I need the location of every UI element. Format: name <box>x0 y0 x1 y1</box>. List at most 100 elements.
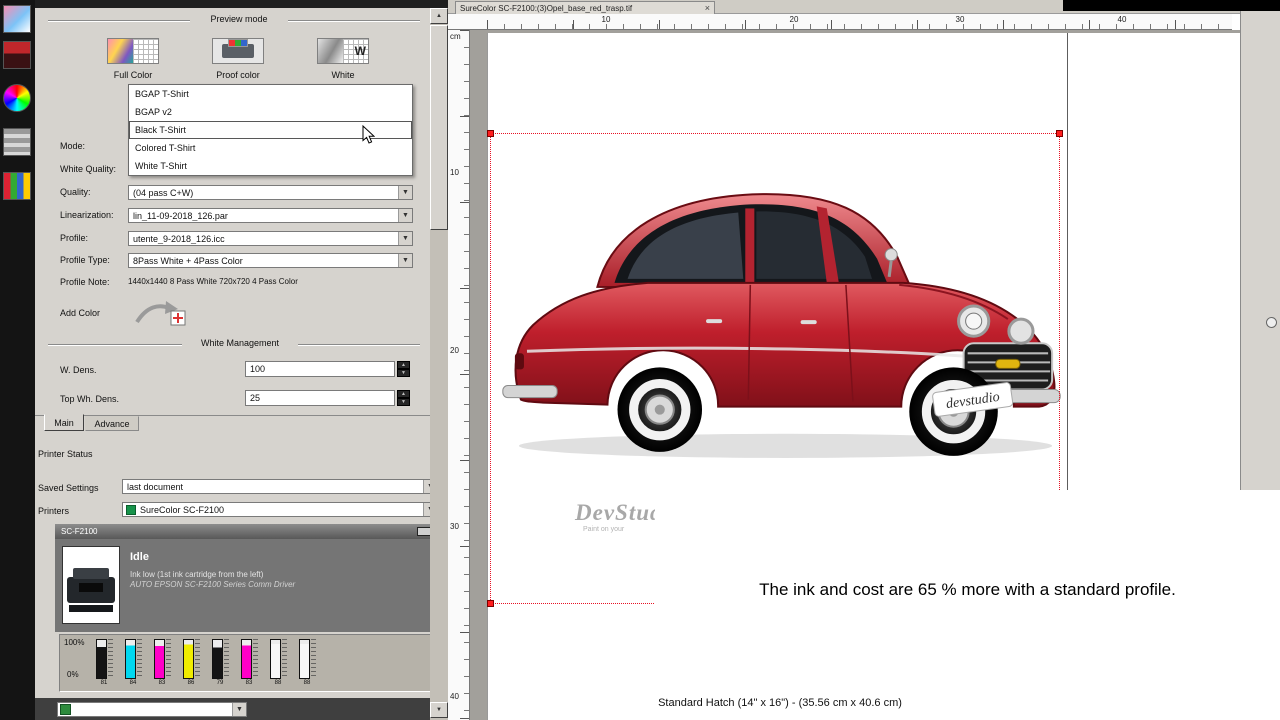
v-ruler-tick: 20 <box>450 346 459 355</box>
ink-level-label: 86 <box>187 680 195 686</box>
ink-level-bar <box>153 639 165 679</box>
printer-photo <box>62 546 120 624</box>
dropdown-item[interactable]: BGAP v2 <box>129 103 412 121</box>
ink-channel: 86 <box>180 639 202 686</box>
profile-type-select[interactable]: 8Pass White + 4Pass Color ▼ <box>128 253 413 268</box>
spin-up-icon[interactable]: ▲ <box>397 361 410 369</box>
printers-select[interactable]: SureColor SC-F2100 ▼ <box>122 502 438 517</box>
selection-handle[interactable] <box>1056 130 1063 137</box>
ink-level-bar <box>182 639 194 679</box>
full-color-thumbnail-icon <box>108 39 133 63</box>
green-swatch-icon <box>60 704 71 715</box>
printers-label: Printers <box>38 506 70 516</box>
document-tab-title: SureColor SC-F2100:(3)Opel_base_red_tras… <box>460 3 633 13</box>
h-ruler-tick: 10 <box>601 15 611 24</box>
w-dens-spinner[interactable]: ▲ ▼ <box>397 361 410 377</box>
ink-level-label: 79 <box>216 680 224 686</box>
saved-settings-select[interactable]: last document ▼ <box>122 479 438 494</box>
photo-tool-icon[interactable] <box>3 5 31 33</box>
top-wh-dens-input[interactable]: 25 <box>245 390 395 406</box>
ink-level-label: 84 <box>129 680 137 686</box>
chevron-down-icon[interactable]: ▼ <box>398 209 412 222</box>
w-dens-value: 100 <box>250 364 266 374</box>
document-tab[interactable]: SureColor SC-F2100:(3)Opel_base_red_tras… <box>455 1 715 14</box>
w-dens-input[interactable]: 100 <box>245 361 395 377</box>
ink-level-label: 88 <box>274 680 282 686</box>
ink-level-bar <box>269 639 281 679</box>
ink-channel: 83 <box>238 639 260 686</box>
spin-down-icon[interactable]: ▼ <box>397 369 410 377</box>
ink-channel: 88 <box>296 639 318 686</box>
tab-advance[interactable]: Advance <box>85 416 139 431</box>
full-color-preview-button[interactable] <box>107 38 159 64</box>
quality-select[interactable]: (04 pass C+W) ▼ <box>128 185 413 200</box>
color-profile-select[interactable]: ▼ <box>57 702 247 717</box>
mouse-cursor-icon <box>362 124 376 149</box>
application-window: Preview mode W Full Color Proof color Wh… <box>0 0 1280 720</box>
ink-channel: 81 <box>93 639 115 686</box>
chevron-down-icon[interactable]: ▼ <box>398 232 412 245</box>
ink-scale-ticks <box>252 639 258 679</box>
h-ruler-tick: 20 <box>789 15 799 24</box>
profile-type-label: Profile Type: <box>60 255 110 265</box>
profile-select[interactable]: utente_9-2018_126.icc ▼ <box>128 231 413 246</box>
palette-tool-icon[interactable] <box>3 172 31 200</box>
chevron-down-icon[interactable]: ▼ <box>398 254 412 267</box>
add-color-icon[interactable] <box>133 298 189 328</box>
dropdown-item[interactable]: BGAP T-Shirt <box>129 85 412 103</box>
preview-mode-title: Preview mode <box>190 14 288 24</box>
white-preview-button[interactable]: W <box>317 38 369 64</box>
circle-icon[interactable] <box>1266 317 1277 328</box>
layers-tool-icon[interactable] <box>3 128 31 156</box>
linearization-select[interactable]: lin_11-09-2018_126.par ▼ <box>128 208 413 223</box>
chevron-down-icon[interactable]: ▼ <box>398 186 412 199</box>
spin-down-icon[interactable]: ▼ <box>397 398 410 406</box>
printer-icon <box>126 504 136 515</box>
ink-scale-ticks <box>165 639 171 679</box>
white-quality-label: White Quality: <box>60 164 117 174</box>
white-badge: W <box>354 44 366 58</box>
ink-channel: 79 <box>209 639 231 686</box>
grayscale-thumbnail-icon <box>318 39 343 63</box>
ink-channel: 84 <box>122 639 144 686</box>
spin-up-icon[interactable]: ▲ <box>397 390 410 398</box>
v-ruler-tick: 30 <box>450 522 459 531</box>
chevron-down-icon[interactable]: ▼ <box>232 703 246 716</box>
scroll-up-icon[interactable]: ▲ <box>430 8 448 24</box>
color-wheel-tool-icon[interactable] <box>3 84 31 112</box>
v-ruler-tick: 10 <box>450 168 459 177</box>
printer-state-detail: Ink low (1st ink cartridge from the left… <box>130 570 264 579</box>
white-label: White <box>331 70 355 80</box>
caption-message: The ink and cost are 65 % more with a st… <box>759 580 1176 599</box>
h-ruler-tick: 30 <box>955 15 965 24</box>
image-tool-icon[interactable] <box>3 41 31 69</box>
top-right-black-bar <box>1063 0 1280 11</box>
left-toolbar <box>0 0 35 720</box>
profile-note-value: 1440x1440 8 Pass White 720x720 4 Pass Co… <box>128 277 298 286</box>
profile-type-value: 8Pass White + 4Pass Color <box>133 255 243 266</box>
ink-level-bar <box>298 639 310 679</box>
panel-scrollbar[interactable]: ▲ ▼ <box>430 8 448 720</box>
white-management-title: White Management <box>182 338 298 348</box>
selection-handle[interactable] <box>487 600 494 607</box>
scroll-down-icon[interactable]: ▼ <box>430 702 448 718</box>
profile-note-label: Profile Note: <box>60 277 110 287</box>
top-wh-dens-label: Top Wh. Dens. <box>60 394 120 404</box>
tab-main[interactable]: Main <box>44 414 84 431</box>
printer-state: Idle <box>130 551 149 563</box>
proof-color-preview-button[interactable] <box>212 38 264 64</box>
ink-scale-ticks <box>223 639 229 679</box>
close-icon[interactable]: × <box>705 3 710 13</box>
quality-value: (04 pass C+W) <box>133 187 194 198</box>
top-wh-dens-spinner[interactable]: ▲ ▼ <box>397 390 410 406</box>
scrollbar-thumb[interactable] <box>430 25 448 230</box>
dropdown-item[interactable]: White T-Shirt <box>129 157 412 175</box>
proof-color-label: Proof color <box>216 70 260 80</box>
printer-status-title: Printer Status <box>38 449 93 459</box>
printer-monitor-header: SC-F2100 <box>55 524 437 539</box>
selection-handle[interactable] <box>487 130 494 137</box>
ruler-unit: cm <box>450 32 461 41</box>
ink-level-bar <box>124 639 136 679</box>
add-color-label: Add Color <box>60 308 101 318</box>
caption-overlay: The ink and cost are 65 % more with a st… <box>655 490 1280 720</box>
